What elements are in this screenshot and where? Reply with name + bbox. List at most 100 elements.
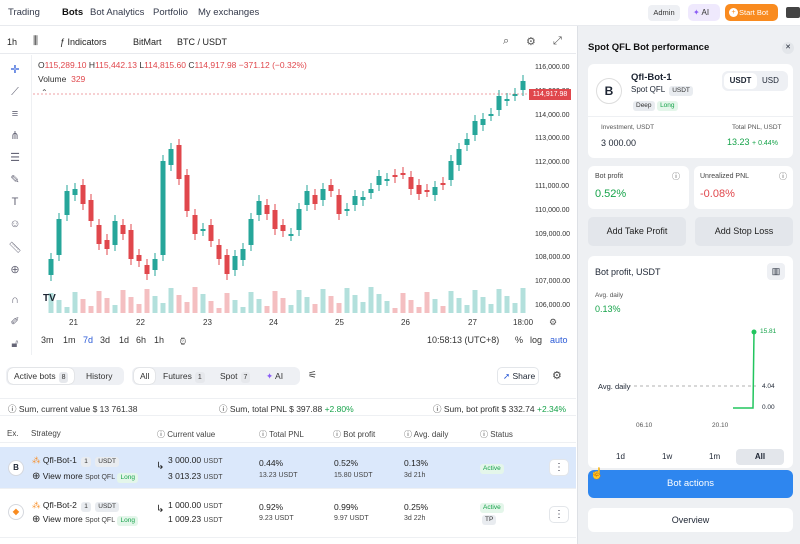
exchange-label[interactable]: BitMart: [133, 37, 162, 47]
zoom-icon[interactable]: ⌕: [503, 35, 509, 48]
price-chart[interactable]: O115,289.10 H115,442.13 L114,815.60 C114…: [33, 55, 576, 330]
candle-body: [256, 201, 262, 215]
pitchfork-icon[interactable]: ⋔: [8, 129, 22, 143]
table-row[interactable]: ◆ ⁂ Qfl-Bot-2 1 USDT ⊕ View more Spot QF…: [0, 490, 576, 538]
col-exchange[interactable]: Ex.: [7, 429, 19, 438]
text-icon[interactable]: T: [8, 195, 22, 209]
log-toggle[interactable]: log: [530, 335, 542, 345]
clock-readout[interactable]: 10:58:13 (UTC+8): [427, 335, 499, 345]
candle-type-icon[interactable]: ⫼: [33, 35, 38, 48]
profit-y-avg: 4.04: [762, 383, 775, 390]
range-7d[interactable]: 7d: [83, 335, 93, 345]
volume-bar: [440, 306, 446, 313]
col-strategy[interactable]: Strategy: [31, 429, 61, 438]
range-3d[interactable]: 3d: [100, 335, 110, 345]
table-row[interactable]: B ⁂ Qfl-Bot-1 1 USDT ⊕ View more Spot QF…: [0, 447, 576, 489]
row-menu-button[interactable]: ⋮: [549, 459, 569, 476]
pair-label[interactable]: BTC / USDT: [177, 37, 227, 47]
share-button[interactable]: ➚ Share: [497, 367, 539, 385]
wallet-icon[interactable]: [786, 7, 800, 18]
zoom-in-icon[interactable]: ⊕: [8, 263, 22, 277]
view-more-link[interactable]: ⊕ View more Spot QFL Long: [32, 471, 138, 483]
nav-bots[interactable]: Bots: [62, 7, 83, 18]
currency-usdt[interactable]: USDT: [724, 73, 757, 89]
volume-bar: [488, 304, 494, 313]
sliders-icon[interactable]: ⚟: [308, 370, 317, 381]
panel-quote-tag: USDT: [669, 86, 693, 96]
magnet-icon[interactable]: ∩: [8, 293, 22, 307]
status-badge: Active: [480, 501, 504, 513]
crosshair-icon[interactable]: ✛: [8, 63, 22, 77]
price-tick: 106,000.00: [535, 302, 571, 309]
indicators-button[interactable]: ƒ Indicators: [60, 37, 107, 47]
bar-chart-icon[interactable]: ▥: [767, 263, 785, 280]
col-status[interactable]: ⓘ Status: [480, 429, 513, 440]
period-1w[interactable]: 1w: [662, 452, 672, 461]
horizontal-lines-icon[interactable]: ≡: [8, 107, 22, 121]
candle-body: [424, 190, 430, 192]
range-1m[interactable]: 1m: [63, 335, 76, 345]
interval-select[interactable]: 1h: [7, 37, 17, 47]
add-stop-loss-button[interactable]: Add Stop Loss: [695, 217, 793, 246]
bot-name-text: Qfl-Bot-1: [42, 455, 77, 465]
col-bot-profit-label: Bot profit: [343, 430, 376, 439]
fib-icon[interactable]: ☰: [8, 151, 22, 165]
history-tab[interactable]: History: [80, 368, 118, 384]
nav-trading[interactable]: Trading: [8, 7, 40, 18]
trendline-icon[interactable]: ⟋: [8, 85, 22, 99]
overview-tab[interactable]: Overview: [588, 508, 793, 532]
ruler-icon[interactable]: 📏︎: [8, 241, 22, 255]
ai-button[interactable]: ✦ AI: [688, 4, 720, 21]
price-tick: 114,000.00: [535, 111, 570, 119]
period-1d[interactable]: 1d: [616, 452, 625, 461]
auto-toggle[interactable]: auto: [550, 335, 568, 345]
sum-pnl-label: Sum, total PNL: [229, 404, 287, 414]
range-1d[interactable]: 1d: [119, 335, 129, 345]
view-more-link[interactable]: ⊕ View more Spot QFL Long: [32, 514, 138, 526]
volume-bar: [120, 290, 126, 313]
brush-icon[interactable]: ✎: [8, 173, 22, 187]
currency-usd[interactable]: USD: [762, 73, 779, 89]
axis-settings-icon[interactable]: ⚙: [549, 317, 557, 328]
profit-y-max: 15.81: [760, 328, 777, 335]
nav-my-exchanges[interactable]: My exchanges: [198, 7, 259, 18]
range-1h[interactable]: 1h: [154, 335, 164, 345]
volume-bar: [464, 305, 470, 313]
filter-all[interactable]: All: [134, 368, 156, 384]
table-settings-icon[interactable]: ⚙: [552, 369, 562, 382]
row-menu-button[interactable]: ⋮: [549, 506, 569, 523]
col-current-value[interactable]: ⓘ Current value: [157, 429, 215, 440]
start-bot-button[interactable]: + Start Bot: [725, 4, 778, 21]
bot-name[interactable]: ⁂ Qfl-Bot-1 1 USDT: [32, 455, 119, 467]
nav-portfolio[interactable]: Portfolio: [153, 7, 188, 18]
lock-icon[interactable]: 🔓︎: [8, 337, 22, 351]
active-bots-tab[interactable]: Active bots 8: [8, 368, 75, 384]
candle-body: [56, 219, 62, 255]
emoji-icon[interactable]: ☺: [8, 217, 22, 231]
filter-ai[interactable]: ✦ AI: [260, 368, 289, 384]
settings-icon[interactable]: ⚙: [526, 35, 536, 48]
add-take-profit-button[interactable]: Add Take Profit: [588, 217, 686, 246]
percent-toggle[interactable]: %: [515, 335, 523, 345]
bot-name[interactable]: ⁂ Qfl-Bot-2 1 USDT: [32, 500, 119, 512]
col-bot-profit[interactable]: ⓘ Bot profit: [333, 429, 375, 440]
info-icon[interactable]: ⓘ: [779, 171, 787, 182]
admin-button[interactable]: Admin: [648, 5, 680, 21]
filter-spot[interactable]: Spot 7: [214, 368, 256, 384]
period-all[interactable]: All: [736, 449, 784, 465]
filter-futures[interactable]: Futures 1: [157, 368, 211, 384]
info-icon[interactable]: ⓘ: [672, 171, 680, 182]
lock-drawings-icon[interactable]: ✐: [8, 315, 22, 329]
col-total-pnl[interactable]: ⓘ Total PNL: [259, 429, 304, 440]
fullscreen-icon[interactable]: ⤢: [553, 35, 562, 48]
period-1m[interactable]: 1m: [709, 452, 720, 461]
calendar-icon[interactable]: ⌚︎: [178, 334, 188, 349]
close-icon[interactable]: ✕: [782, 42, 794, 54]
range-3m[interactable]: 3m: [41, 335, 54, 345]
bot-actions-button[interactable]: Bot actions: [588, 470, 793, 498]
col-avg-daily[interactable]: ⓘ Avg. daily: [404, 429, 448, 440]
range-6h[interactable]: 6h: [136, 335, 146, 345]
nav-bot-analytics[interactable]: Bot Analytics: [90, 7, 144, 18]
price-tick: 116,000.00: [535, 64, 570, 71]
volume-bar: [448, 291, 454, 313]
